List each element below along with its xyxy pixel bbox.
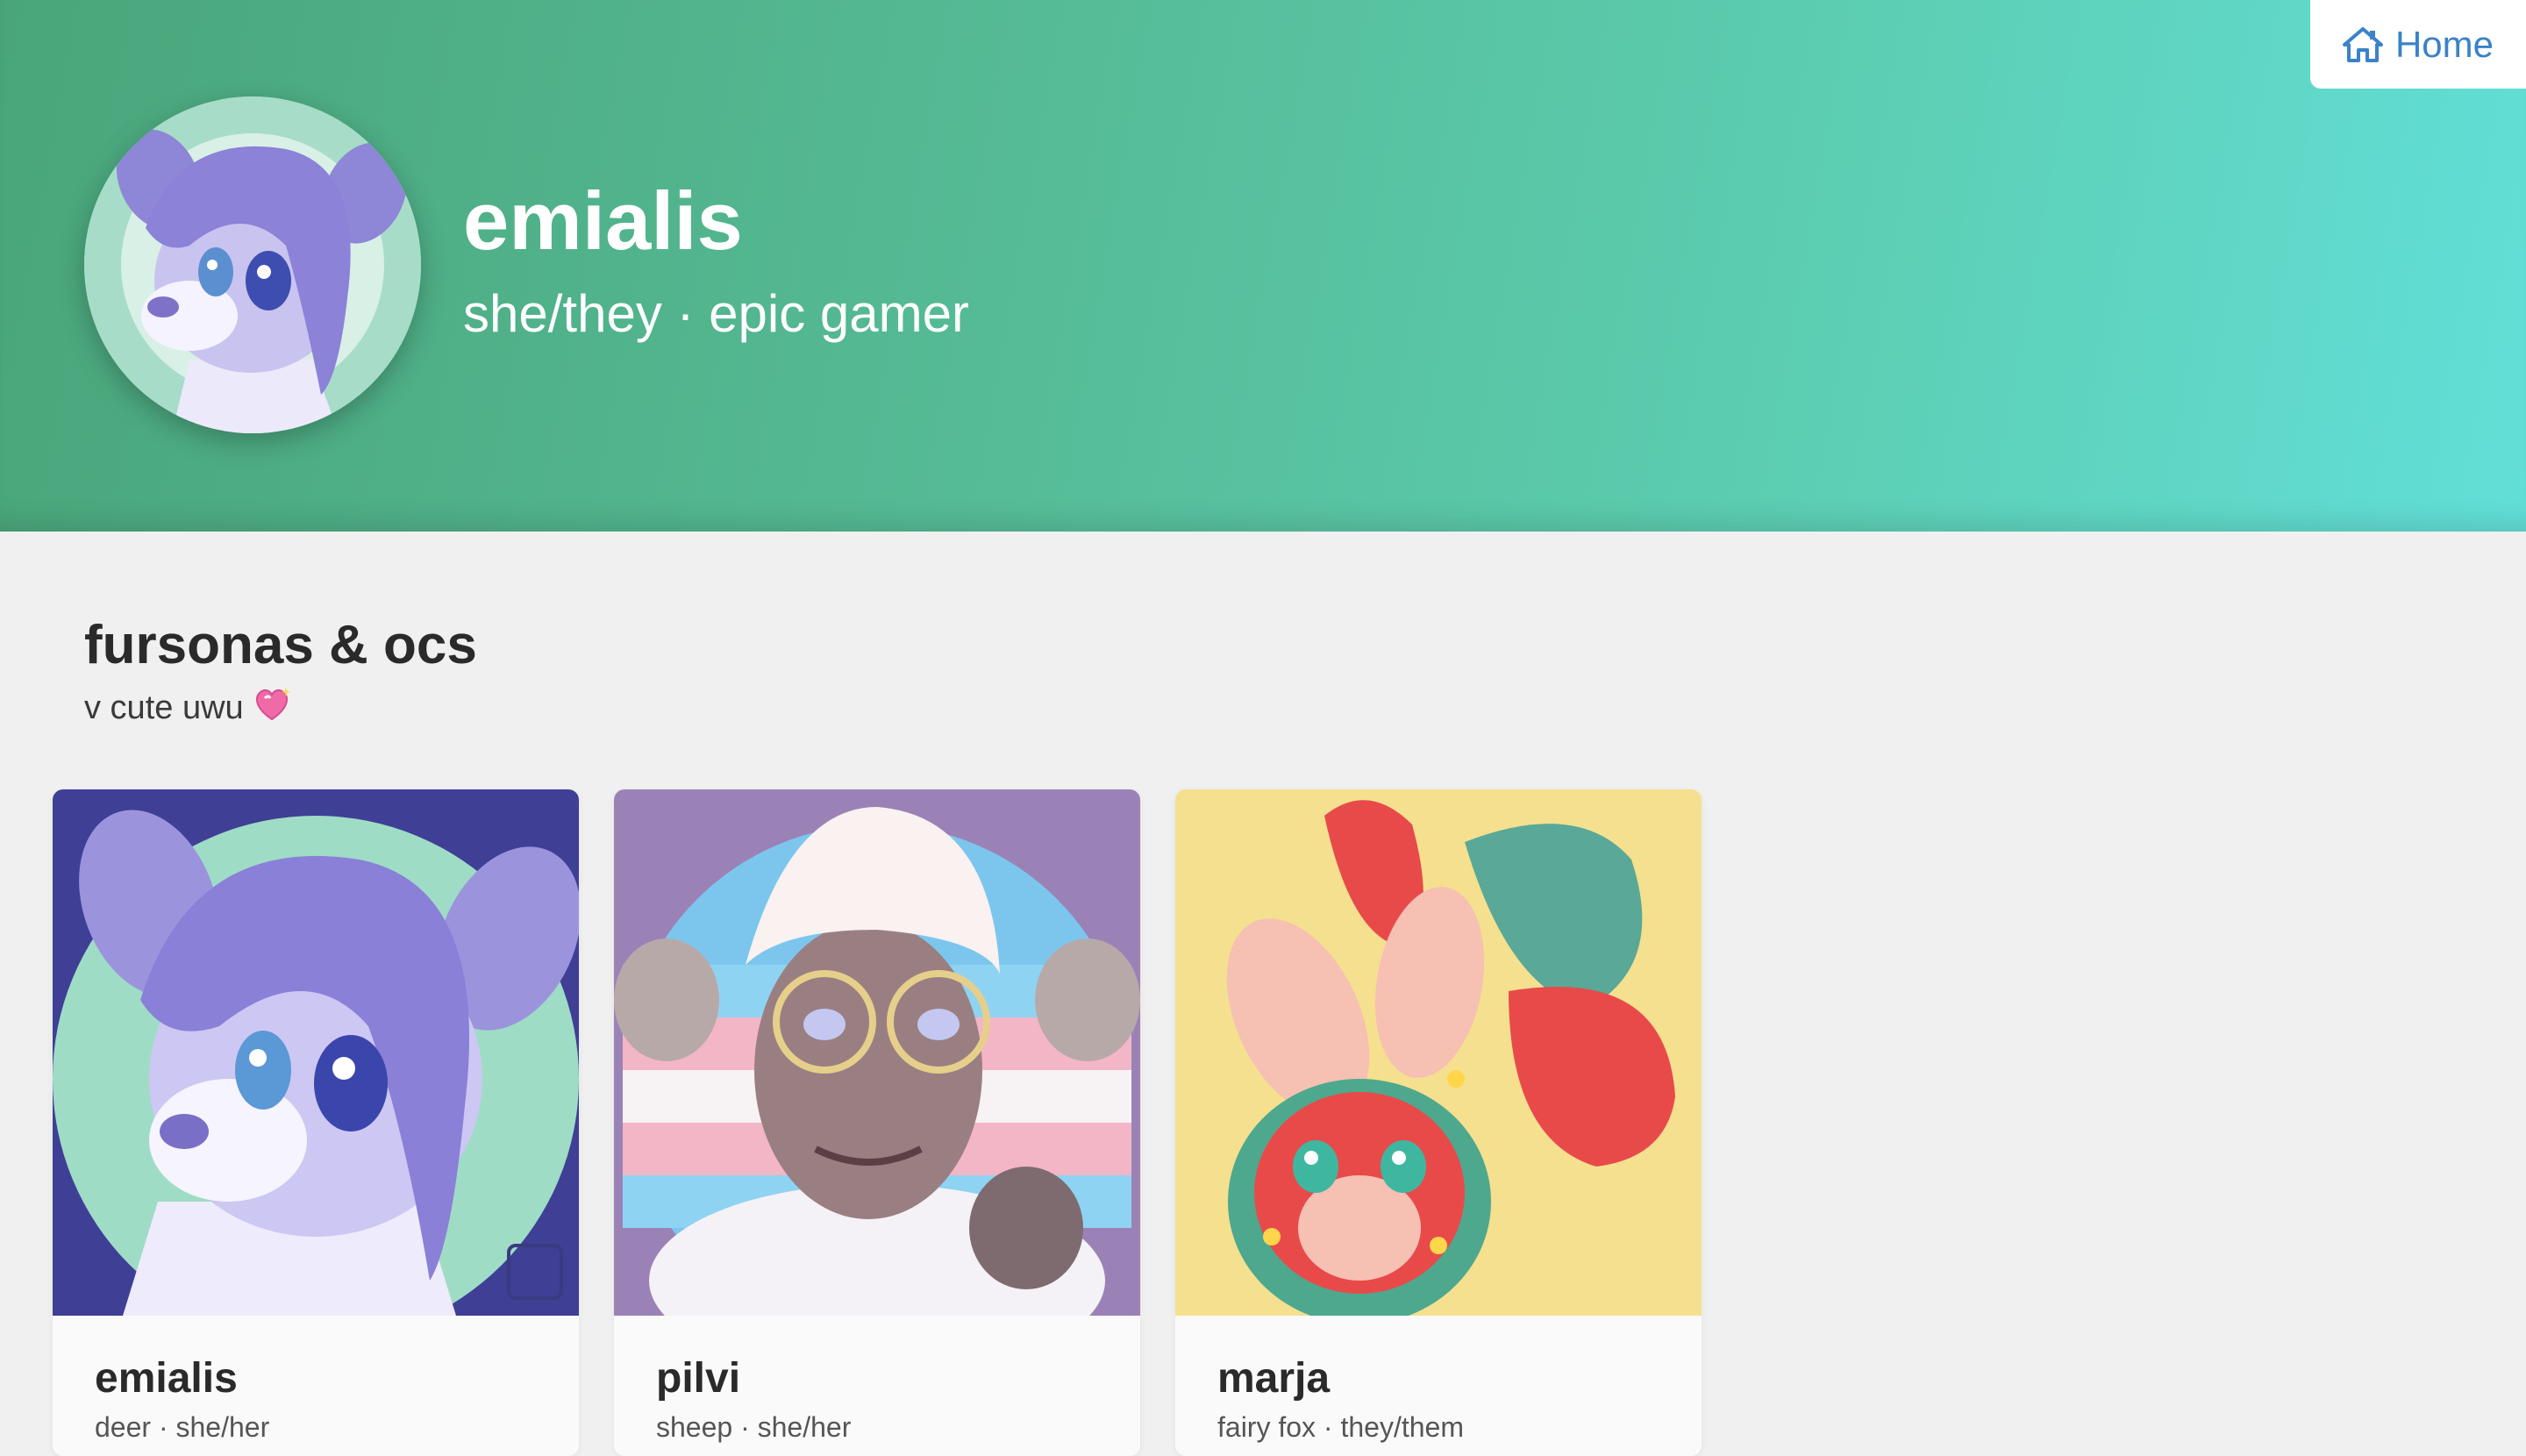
sheep-with-glasses-portrait bbox=[614, 789, 1140, 1316]
card-description: deer · she/her bbox=[95, 1410, 270, 1443]
section-subtitle-text: v cute uwu bbox=[84, 689, 244, 726]
character-card[interactable]: emialis deer · she/her bbox=[53, 789, 579, 1456]
section-title: fursonas & ocs bbox=[84, 615, 477, 675]
character-card[interactable]: pilvi sheep · she/her bbox=[614, 789, 1140, 1456]
strawberry-fox-portrait bbox=[1175, 789, 1702, 1316]
card-description: fairy fox · they/them bbox=[1217, 1410, 1464, 1443]
profile-tagline: she/they · epic gamer bbox=[463, 284, 969, 343]
purple-deer-portrait bbox=[53, 789, 579, 1316]
profile-header: Home emialis she/they · epic gamer bbox=[0, 0, 2526, 532]
profile-name: emialis bbox=[463, 175, 743, 267]
character-card[interactable]: marja fairy fox · they/them bbox=[1175, 789, 1702, 1456]
section-subtitle: v cute uwu bbox=[84, 686, 291, 730]
card-description: sheep · she/her bbox=[656, 1410, 852, 1443]
home-button[interactable]: Home bbox=[2310, 0, 2526, 89]
card-name: marja bbox=[1217, 1355, 1331, 1402]
profile-avatar bbox=[84, 96, 421, 433]
card-name: emialis bbox=[95, 1355, 238, 1402]
card-name: pilvi bbox=[656, 1355, 741, 1402]
sparkling-heart-icon bbox=[253, 686, 291, 730]
character-cards: emialis deer · she/her pilvi sheep · she… bbox=[53, 789, 1702, 1456]
home-icon bbox=[2342, 26, 2383, 62]
home-label: Home bbox=[2394, 23, 2494, 65]
